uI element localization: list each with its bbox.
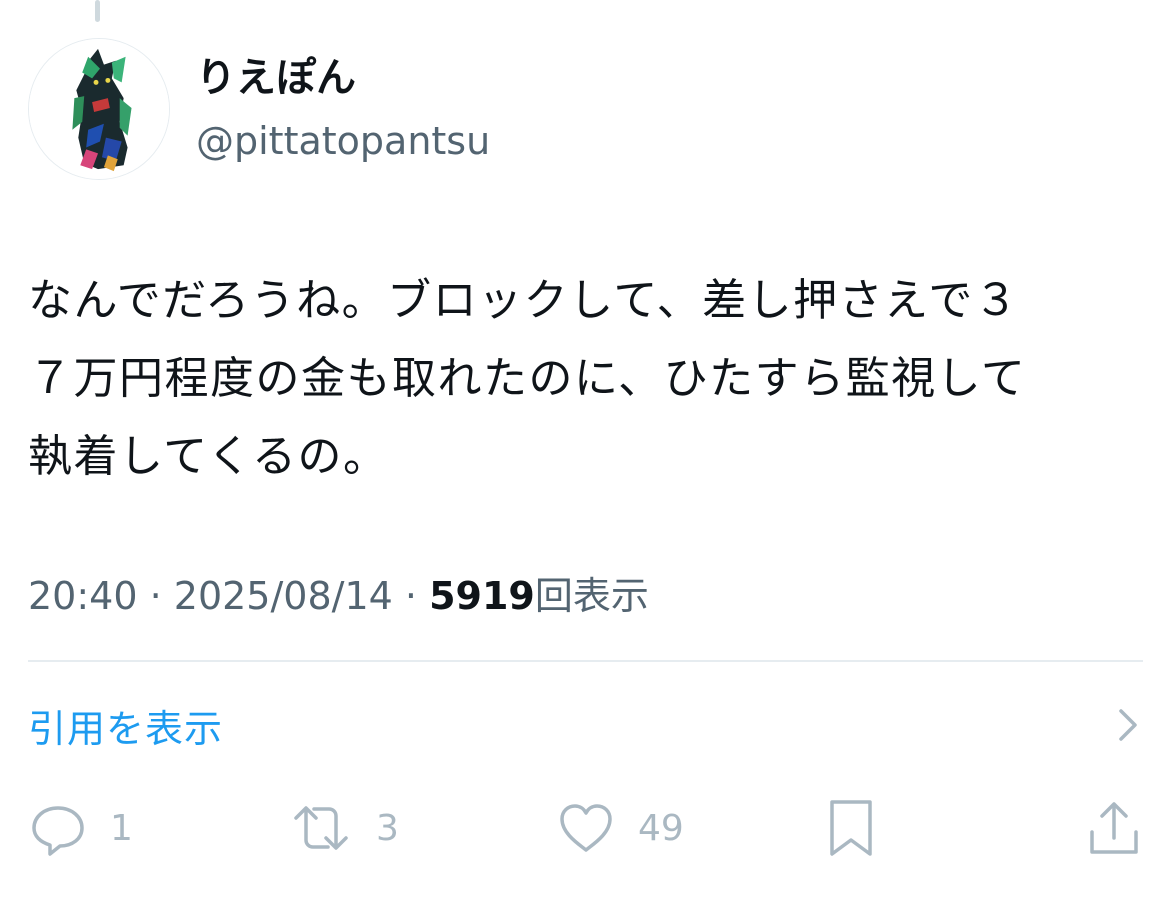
views-label: 回表示 xyxy=(534,574,649,618)
like-count: 49 xyxy=(638,807,684,849)
tweet-actions-bar: 1 3 49 xyxy=(0,792,1170,864)
tweet-text-line: 執着してくるの。 xyxy=(28,431,389,482)
chevron-right-icon xyxy=(1115,705,1143,745)
retweet-icon xyxy=(288,798,354,858)
share-icon xyxy=(1086,796,1142,860)
tweet-text: なんでだろうね。ブロックして、差し押さえで３ ７万円程度の金も取れたのに、ひたす… xyxy=(28,262,1148,496)
tweet-detail: りえぽん @pittatopantsu なんでだろうね。ブロックして、差し押さえ… xyxy=(0,0,1170,898)
tweet-date[interactable]: 2025/08/14 xyxy=(174,574,393,618)
view-quotes-label: 引用を表示 xyxy=(28,706,224,751)
thread-connector-line xyxy=(95,0,100,22)
bookmark-icon xyxy=(826,796,876,860)
like-button[interactable]: 49 xyxy=(556,792,684,864)
reply-button[interactable]: 1 xyxy=(28,792,133,864)
heart-icon xyxy=(556,798,616,858)
tweet-text-line: なんでだろうね。ブロックして、差し押さえで３ xyxy=(28,275,1020,326)
reply-icon xyxy=(28,798,88,858)
retweet-count: 3 xyxy=(376,807,399,849)
avatar[interactable] xyxy=(28,38,170,180)
views-count: 5919 xyxy=(429,574,535,618)
view-quotes-link[interactable]: 引用を表示 xyxy=(28,690,1143,760)
tweet-text-line: ７万円程度の金も取れたのに、ひたすら監視して xyxy=(28,353,1027,404)
black-cat-painting-avatar-icon xyxy=(29,39,169,179)
display-name[interactable]: りえぽん xyxy=(196,52,356,104)
user-handle[interactable]: @pittatopantsu xyxy=(196,116,490,166)
reply-count: 1 xyxy=(110,807,133,849)
tweet-time[interactable]: 20:40 xyxy=(28,574,138,618)
meta-separator: · xyxy=(404,574,430,618)
share-button[interactable] xyxy=(1086,792,1142,864)
meta-separator: · xyxy=(149,574,174,618)
retweet-button[interactable]: 3 xyxy=(288,792,399,864)
tweet-meta: 20:40 · 2025/08/14 · 5919回表示 xyxy=(28,568,649,624)
divider xyxy=(28,660,1143,662)
bookmark-button[interactable] xyxy=(826,792,876,864)
